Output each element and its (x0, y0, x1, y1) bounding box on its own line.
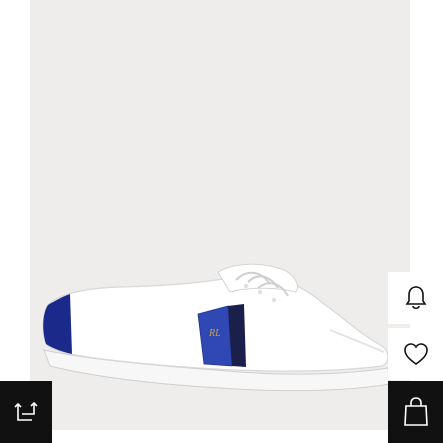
bell-icon (405, 286, 426, 310)
shopping-bag-icon (403, 397, 428, 426)
notify-button[interactable] (388, 272, 443, 324)
wishlist-button[interactable] (388, 328, 443, 380)
share-arrows-icon (14, 401, 38, 421)
heart-icon (403, 343, 428, 365)
svg-text:RL: RL (208, 328, 221, 339)
add-to-bag-button[interactable] (388, 381, 443, 443)
shoe-image[interactable]: RL (0, 0, 443, 443)
share-button[interactable] (0, 381, 52, 443)
